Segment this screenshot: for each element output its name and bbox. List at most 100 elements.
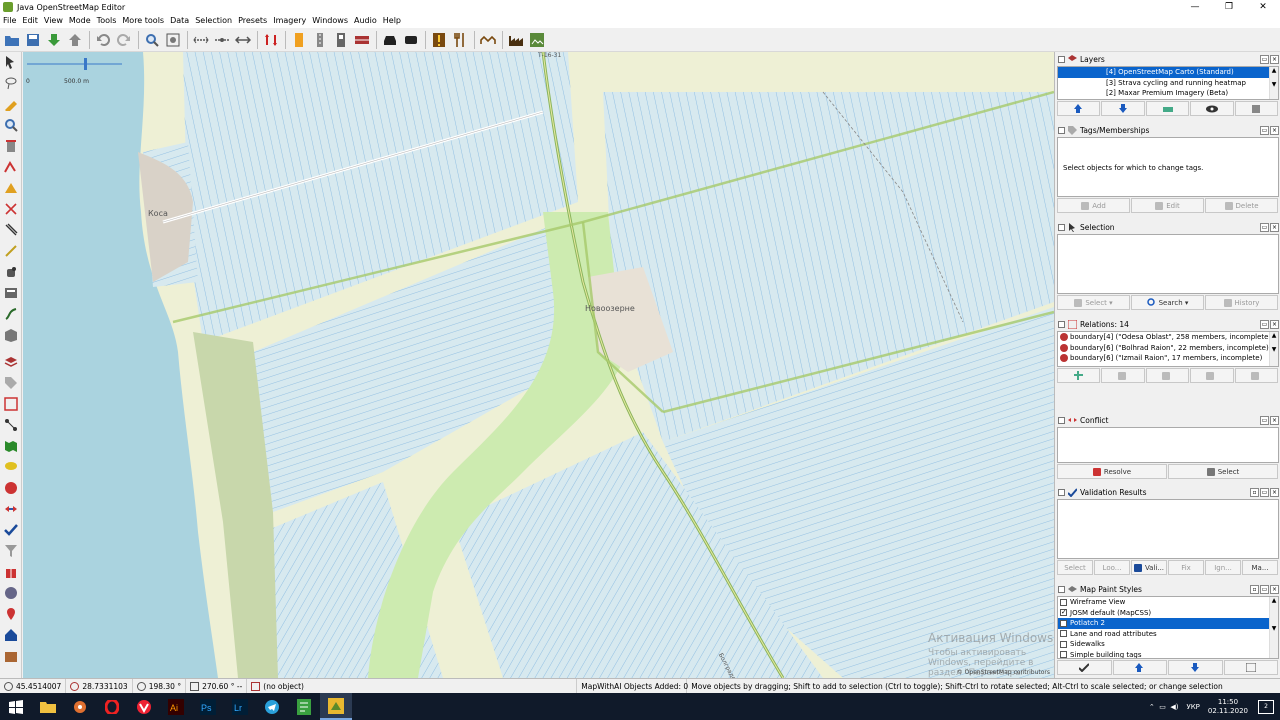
draw-icon[interactable] bbox=[1, 94, 21, 114]
layers-header[interactable]: Layers ▭ × bbox=[1057, 53, 1279, 66]
lightroom-icon[interactable]: Lr bbox=[224, 693, 256, 720]
boundary-icon[interactable] bbox=[1, 415, 21, 435]
zoom-icon[interactable] bbox=[1, 115, 21, 135]
menu-more-tools[interactable]: More tools bbox=[119, 14, 167, 28]
reverse-icon[interactable] bbox=[261, 30, 281, 50]
style-item[interactable]: Potlatch 2 bbox=[1058, 618, 1278, 629]
gps-icon[interactable] bbox=[1, 604, 21, 624]
relation-icon[interactable] bbox=[1, 394, 21, 414]
map-canvas[interactable] bbox=[23, 52, 1054, 678]
relations-scrollbar[interactable]: ▲ ▼ bbox=[1269, 332, 1278, 366]
menu-tools[interactable]: Tools bbox=[94, 14, 120, 28]
relation-item[interactable]: boundary[6] ("Bolhrad Raion", 22 members… bbox=[1058, 343, 1278, 354]
undock-button[interactable]: ▭ bbox=[1260, 320, 1269, 329]
merge-layer-button[interactable] bbox=[1145, 101, 1190, 116]
lasso-icon[interactable] bbox=[1, 73, 21, 93]
ortho-icon[interactable] bbox=[1, 283, 21, 303]
language-indicator[interactable]: УКР bbox=[1186, 703, 1199, 711]
car-icon[interactable] bbox=[380, 30, 400, 50]
area-icon[interactable] bbox=[1, 178, 21, 198]
menu-selection[interactable]: Selection bbox=[192, 14, 235, 28]
parallel-icon[interactable] bbox=[1, 220, 21, 240]
close-panel-button[interactable]: × bbox=[1270, 320, 1279, 329]
collapse-toggle[interactable] bbox=[1058, 224, 1065, 231]
style-up-button[interactable] bbox=[1112, 660, 1167, 675]
collapse-toggle[interactable] bbox=[1058, 127, 1065, 134]
layer-item[interactable]: [4] OpenStreetMap Carto (Standard) bbox=[1058, 67, 1278, 78]
style-checkbox[interactable] bbox=[1060, 630, 1067, 637]
activate-style-button[interactable] bbox=[1057, 660, 1112, 675]
style-item[interactable]: Simple building tags bbox=[1058, 650, 1278, 658]
menu-file[interactable]: File bbox=[0, 14, 19, 28]
menu-windows[interactable]: Windows bbox=[309, 14, 351, 28]
close-panel-button[interactable]: × bbox=[1270, 55, 1279, 64]
relations-header[interactable]: Relations: 14 ▭ × bbox=[1057, 318, 1279, 331]
settings-button[interactable]: ▫ bbox=[1250, 585, 1259, 594]
tools-icon[interactable] bbox=[1, 646, 21, 666]
style-item[interactable]: Lane and road attributes bbox=[1058, 629, 1278, 640]
telegram-icon[interactable] bbox=[256, 693, 288, 720]
collapse-toggle[interactable] bbox=[1058, 417, 1065, 424]
filter-icon[interactable] bbox=[1, 541, 21, 561]
menu-view[interactable]: View bbox=[41, 14, 66, 28]
move-down-button[interactable] bbox=[1101, 101, 1145, 116]
undock-button[interactable]: ▭ bbox=[1260, 488, 1269, 497]
split-way-icon[interactable] bbox=[1, 199, 21, 219]
delete-icon[interactable] bbox=[1, 136, 21, 156]
minimize-button[interactable]: — bbox=[1178, 0, 1212, 14]
history-button[interactable]: History bbox=[1205, 295, 1278, 310]
opera-icon[interactable] bbox=[96, 693, 128, 720]
undock-button[interactable]: ▭ bbox=[1260, 416, 1269, 425]
paintstyles-scrollbar[interactable]: ▲ ▼ bbox=[1269, 597, 1278, 658]
collapse-toggle[interactable] bbox=[1058, 56, 1065, 63]
home-icon[interactable] bbox=[1, 625, 21, 645]
resolve-button[interactable]: Resolve bbox=[1057, 464, 1167, 479]
layers-icon[interactable] bbox=[1, 352, 21, 372]
validation-select-button[interactable]: Select bbox=[1057, 560, 1093, 575]
add-relation-button[interactable] bbox=[1057, 368, 1101, 383]
delete-relation-button[interactable] bbox=[1190, 368, 1234, 383]
style-checkbox[interactable] bbox=[1060, 619, 1067, 627]
notifications-icon[interactable]: 2 bbox=[1258, 699, 1274, 714]
undock-button[interactable]: ▭ bbox=[1260, 126, 1269, 135]
duplicate-relation-button[interactable] bbox=[1145, 368, 1190, 383]
image-icon[interactable] bbox=[527, 30, 547, 50]
undock-button[interactable]: ▭ bbox=[1260, 585, 1269, 594]
open-icon[interactable] bbox=[2, 30, 22, 50]
vehicle-icon[interactable] bbox=[401, 30, 421, 50]
align-circle-icon[interactable] bbox=[212, 30, 232, 50]
bridge-icon[interactable] bbox=[478, 30, 498, 50]
save-icon[interactable] bbox=[23, 30, 43, 50]
ignore-button[interactable]: Ign... bbox=[1205, 560, 1241, 575]
close-panel-button[interactable]: × bbox=[1270, 223, 1279, 232]
line-icon[interactable] bbox=[1, 304, 21, 324]
close-panel-button[interactable]: × bbox=[1270, 416, 1279, 425]
edit-tag-button[interactable]: Edit bbox=[1131, 198, 1204, 213]
style-down-button[interactable] bbox=[1168, 660, 1223, 675]
gift-icon[interactable] bbox=[1, 562, 21, 582]
menu-edit[interactable]: Edit bbox=[19, 14, 41, 28]
layer-item[interactable]: [2] Maxar Premium Imagery (Beta) bbox=[1058, 88, 1278, 99]
selection-header[interactable]: Selection ▭ × bbox=[1057, 221, 1279, 234]
split-icon[interactable] bbox=[233, 30, 253, 50]
collapse-toggle[interactable] bbox=[1058, 321, 1065, 328]
improve-way-icon[interactable] bbox=[1, 157, 21, 177]
undock-button[interactable]: ▭ bbox=[1260, 55, 1269, 64]
lookup-button[interactable]: Loo... bbox=[1094, 560, 1130, 575]
clock[interactable]: 11:50 02.11.2020 bbox=[1208, 698, 1248, 716]
relation-item[interactable]: boundary[4] ("Odesa Oblast", 258 members… bbox=[1058, 332, 1278, 343]
style-checkbox[interactable] bbox=[1060, 640, 1067, 648]
edit-relation-button[interactable] bbox=[1101, 368, 1145, 383]
highway-icon[interactable] bbox=[352, 30, 372, 50]
chat-icon[interactable] bbox=[1, 457, 21, 477]
align-line-icon[interactable] bbox=[191, 30, 211, 50]
style-item[interactable]: Wireframe View bbox=[1058, 597, 1278, 608]
style-item[interactable]: JOSM default (MapCSS) bbox=[1058, 607, 1278, 619]
tags-header[interactable]: Tags/Memberships ▭ × bbox=[1057, 124, 1279, 137]
menu-imagery[interactable]: Imagery bbox=[270, 14, 309, 28]
road-icon[interactable] bbox=[310, 30, 330, 50]
move-up-button[interactable] bbox=[1057, 101, 1101, 116]
fix-button[interactable]: Fix bbox=[1168, 560, 1204, 575]
settings-icon[interactable] bbox=[64, 693, 96, 720]
mapwithai-button[interactable]: Ma... bbox=[1242, 560, 1278, 575]
